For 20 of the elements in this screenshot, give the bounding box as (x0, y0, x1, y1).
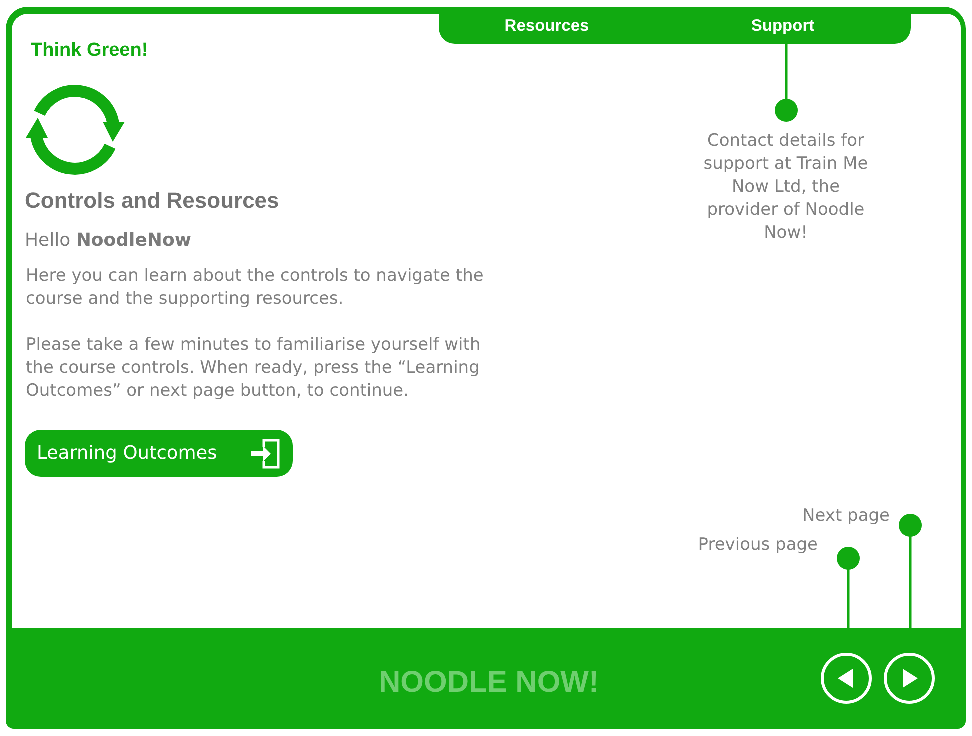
page-title: Controls and Resources (25, 188, 280, 214)
menu-tab[interactable]: Support (675, 14, 891, 38)
support-note: Contact details for support at Train Me Now Ltd, the provider of Noodle Now! (702, 130, 870, 245)
intro-paragraph: Please take a few minutes to familiarise yourself with the course controls. When ready, press the “Learning Outcomes” or next page button, to continue. (26, 334, 482, 403)
pin-icon (899, 514, 922, 628)
greeting-text: Hello NoodleNow (25, 229, 192, 253)
caret-right-icon (903, 669, 918, 688)
caret-left-icon (838, 669, 852, 688)
previous-page-button[interactable] (821, 653, 872, 704)
tagline: Think Green! (31, 39, 148, 62)
menu-tab[interactable]: Resources (439, 14, 655, 38)
pin-icon (837, 547, 860, 628)
learning-outcomes-button[interactable]: Learning Outcomes (25, 430, 293, 477)
intro-paragraph: Here you can learn about the controls to navigate the course and the supporting resources. (26, 265, 485, 311)
brand-logo: NOODLE NOW! (379, 664, 599, 700)
callout-label: Next page (802, 505, 890, 527)
cycle-arrows-icon (25, 85, 126, 177)
sign-in-icon (250, 438, 280, 468)
callout-label: Previous page (698, 534, 818, 556)
next-page-button[interactable] (884, 653, 935, 704)
